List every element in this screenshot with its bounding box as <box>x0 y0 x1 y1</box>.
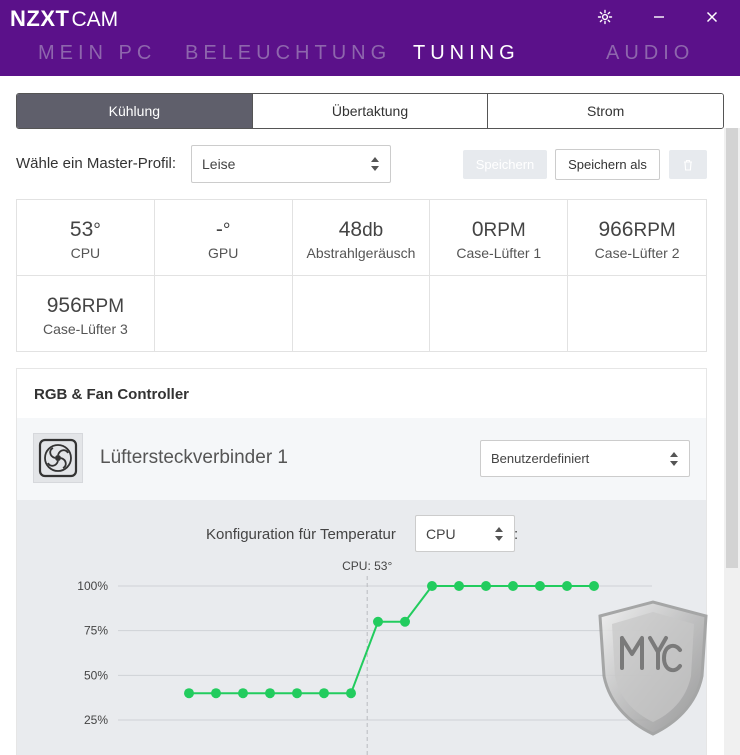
save-as-button[interactable]: Speichern als <box>555 149 660 180</box>
save-button[interactable]: Speichern <box>463 150 547 179</box>
stat-empty <box>430 275 569 351</box>
stat-cpu: 53° CPU <box>17 200 155 276</box>
curve-point[interactable] <box>454 581 464 591</box>
stat-empty <box>155 275 293 351</box>
close-icon[interactable] <box>701 6 723 28</box>
curve-point[interactable] <box>265 688 275 699</box>
stat-value: 48 <box>338 218 363 241</box>
curve-point[interactable] <box>562 581 572 591</box>
gear-icon[interactable] <box>594 6 616 28</box>
tab-kuehlung[interactable]: Kühlung <box>17 94 252 128</box>
curve-point[interactable] <box>184 688 194 699</box>
nav-beleuchtung[interactable]: BELEUCHTUNG <box>185 42 391 65</box>
stat-label: GPU <box>208 245 239 261</box>
curve-point[interactable] <box>211 688 221 699</box>
curve-point[interactable] <box>292 688 302 699</box>
stats-grid: 53° CPU -° GPU 48db Abstrahlgeräusch 0RP… <box>16 199 707 352</box>
scrollbar-thumb[interactable] <box>726 128 738 568</box>
y-tick-label: 25% <box>84 713 108 727</box>
logo-sub: CAM <box>71 8 119 31</box>
nav-audio[interactable]: AUDIO <box>606 42 694 65</box>
nav-mein-pc[interactable]: MEIN PC <box>38 42 156 65</box>
curve-point[interactable] <box>427 581 437 591</box>
tab-strom[interactable]: Strom <box>487 94 723 128</box>
fan-mode-value: Benutzerdefiniert <box>491 451 590 466</box>
temperature-marker-label: CPU: 53° <box>342 559 392 573</box>
stat-noise: 48db Abstrahlgeräusch <box>292 200 431 276</box>
sort-arrows-icon <box>371 157 379 171</box>
curve-point[interactable] <box>400 616 410 627</box>
curve-point[interactable] <box>481 581 491 591</box>
curve-point[interactable] <box>373 616 383 627</box>
fan-connector-row: Lüftersteckverbinder 1 Benutzerdefiniert <box>17 418 706 500</box>
stat-case-fan-3: 956RPM Case-Lüfter 3 <box>17 275 155 351</box>
y-tick-label: 100% <box>77 579 108 593</box>
stat-value: - <box>215 218 223 241</box>
stat-value: 966 <box>598 218 634 241</box>
stat-case-fan-2: 966RPM Case-Lüfter 2 <box>568 200 706 276</box>
curve-point[interactable] <box>238 688 248 699</box>
curve-point[interactable] <box>508 581 518 591</box>
trash-icon <box>684 159 692 171</box>
stat-label: Abstrahlgeräusch <box>306 245 416 261</box>
fan-connector-name: Lüftersteckverbinder 1 <box>100 447 288 468</box>
sort-arrows-icon <box>670 451 678 466</box>
app-logo: NZXT CAM <box>10 6 118 32</box>
stat-unit: RPM <box>483 220 526 241</box>
fan-curve-line <box>189 585 594 695</box>
stat-unit: ° <box>93 220 101 241</box>
stat-gpu: -° GPU <box>154 200 293 276</box>
y-tick-label: 50% <box>84 668 108 682</box>
stat-unit: ° <box>222 220 231 241</box>
y-tick-label: 75% <box>84 624 108 638</box>
stat-case-fan-1: 0RPM Case-Lüfter 1 <box>430 200 569 276</box>
logo-main: NZXT <box>10 6 70 31</box>
nav-tuning[interactable]: TUNING <box>413 42 520 65</box>
tab-uebertaktung[interactable]: Übertaktung <box>251 94 488 128</box>
fan-icon <box>33 433 83 483</box>
stat-value: 0 <box>471 218 484 241</box>
fan-mode-select[interactable]: Benutzerdefiniert <box>480 440 690 477</box>
curve-point[interactable] <box>346 688 356 699</box>
stat-unit: RPM <box>81 295 125 317</box>
stat-label: CPU <box>70 245 101 261</box>
profile-select[interactable]: Leise <box>191 145 391 183</box>
curve-point[interactable] <box>319 688 329 699</box>
stat-unit: RPM <box>633 220 676 241</box>
subtab-bar: Kühlung Übertaktung Strom <box>16 93 724 129</box>
profile-label: Wähle ein Master-Profil: <box>16 155 177 172</box>
curve-point[interactable] <box>535 581 545 591</box>
watermark-logo <box>598 600 708 736</box>
stat-empty <box>568 276 706 352</box>
delete-profile-button[interactable] <box>669 150 707 179</box>
controller-title: RGB & Fan Controller <box>34 386 190 403</box>
stat-value: 956 <box>46 293 82 317</box>
stat-label: Case-Lüfter 3 <box>42 320 128 337</box>
stat-value: 53 <box>69 218 94 241</box>
stat-label: Case-Lüfter 2 <box>594 245 680 261</box>
profile-select-value: Leise <box>202 156 236 172</box>
stat-unit: db <box>362 220 384 241</box>
curve-point[interactable] <box>589 581 599 591</box>
app-header: NZXT CAM MEIN PC BELEUCHTUNG TUNING AUDI… <box>0 0 740 76</box>
stat-empty <box>293 275 431 351</box>
minimize-icon[interactable] <box>648 6 670 28</box>
stat-label: Case-Lüfter 1 <box>456 245 542 261</box>
